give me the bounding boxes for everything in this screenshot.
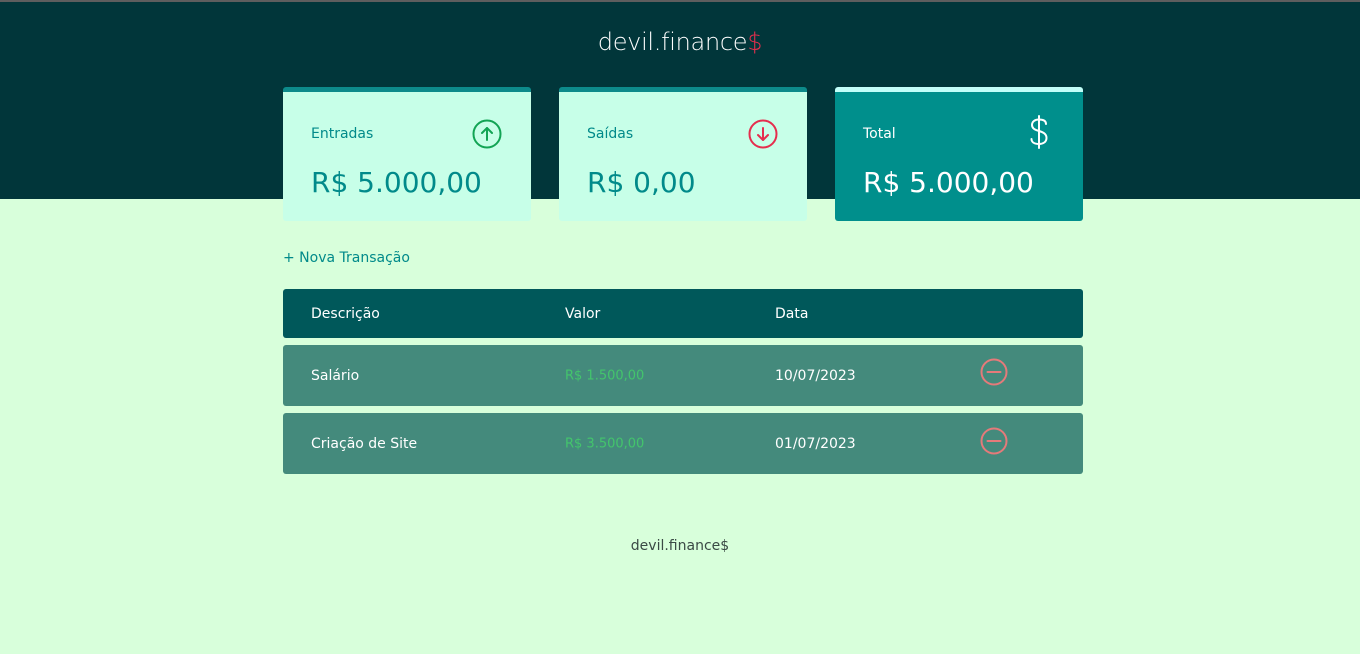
total-card-label: Total [863,126,896,142]
transaction-amount: R$ 1.500,00 [565,368,645,383]
logo-text: devil.finance [597,28,748,56]
expense-card: Saídas R$ 0,00 [559,87,807,221]
new-transaction-button[interactable]: + Nova Transação [283,250,410,266]
transaction-amount: R$ 3.500,00 [565,436,645,451]
column-header-value: Valor [565,305,601,322]
remove-transaction-icon[interactable] [979,426,1009,456]
table-row: Criação de Site R$ 3.500,00 01/07/2023 [283,413,1083,474]
app-footer: devil.finance$ [630,538,730,554]
dollar-icon [1030,115,1048,149]
arrow-up-circle-icon [472,119,502,149]
income-card-amount: R$ 5.000,00 [311,166,482,199]
total-card-amount: R$ 5.000,00 [863,166,1034,199]
total-card: Total R$ 5.000,00 [835,87,1083,221]
remove-transaction-icon[interactable] [979,357,1009,387]
table-row: Salário R$ 1.500,00 10/07/2023 [283,345,1083,406]
transaction-description: Salário [311,367,360,384]
expense-card-label: Saídas [587,126,634,142]
column-header-date: Data [775,305,809,322]
arrow-down-circle-icon [748,119,778,149]
transaction-description: Criação de Site [311,435,418,452]
app-logo: devil.finance$ [0,28,1360,56]
transactions-table: Descrição Valor Data Salário R$ 1.500,00… [283,289,1083,474]
transaction-date: 01/07/2023 [775,435,856,452]
transaction-date: 10/07/2023 [775,367,856,384]
income-card: Entradas R$ 5.000,00 [283,87,531,221]
expense-card-amount: R$ 0,00 [587,166,696,199]
logo-dollar-symbol: $ [747,28,763,56]
table-header-row: Descrição Valor Data [283,289,1083,338]
column-header-description: Descrição [311,305,380,322]
income-card-label: Entradas [311,126,374,142]
